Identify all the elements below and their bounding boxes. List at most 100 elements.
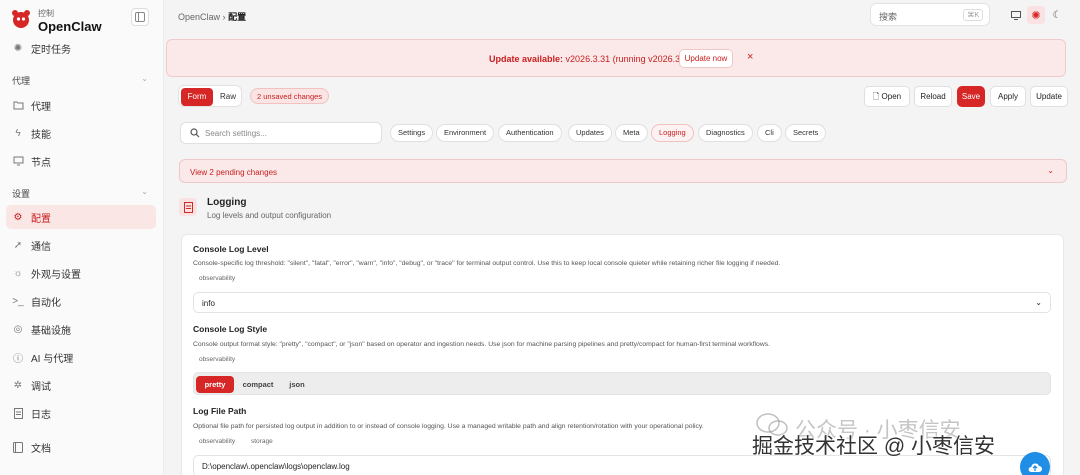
breadcrumb-root[interactable]: OpenClaw — [178, 12, 220, 22]
chip-authentication[interactable]: Authentication — [498, 124, 562, 142]
monitor-icon — [1011, 10, 1021, 20]
chip-secrets[interactable]: Secrets — [785, 124, 827, 142]
theme-system-button[interactable] — [1007, 6, 1025, 24]
topbar: OpenClaw › 配置 搜索 ⌘K ✺ ☾ — [164, 0, 1080, 32]
theme-dark-button[interactable]: ☾ — [1048, 6, 1066, 24]
sidebar-item-logs[interactable]: 日志 — [6, 401, 156, 425]
breadcrumb: OpenClaw › 配置 — [178, 10, 246, 23]
console-style-segmented: pretty compact json — [193, 372, 1051, 395]
pending-label: View 2 pending changes — [190, 168, 278, 177]
update-banner: Update available: v2026.3.31 (running v2… — [166, 39, 1066, 77]
field-description: Console output format style: "pretty", "… — [193, 341, 771, 348]
search-icon — [190, 128, 200, 140]
sidebar-item-debug[interactable]: ✲ 调试 — [6, 373, 156, 397]
chip-diagnostics[interactable]: Diagnostics — [698, 124, 753, 142]
openclaw-logo-icon — [12, 10, 30, 28]
style-compact-option[interactable]: compact — [238, 376, 278, 393]
book-icon — [12, 441, 24, 453]
mode-form-button[interactable]: Form — [181, 88, 213, 106]
reload-button[interactable]: Reload — [914, 86, 952, 107]
breadcrumb-current: 配置 — [228, 12, 247, 22]
update-message: Update available: v2026.3.31 (running v2… — [489, 54, 698, 64]
sidebar-item-appearance[interactable]: ☼ 外观与设置 — [6, 261, 156, 285]
section-title: Logging — [207, 197, 247, 208]
sidebar-item-label: 外观与设置 — [31, 269, 81, 281]
sidebar-item-label: AI 与代理 — [31, 353, 74, 365]
chevron-down-icon: ⌄ — [141, 74, 148, 83]
mode-toggle: Form Raw — [178, 85, 242, 107]
sidebar-item-label: 配置 — [31, 213, 51, 225]
chip-logging[interactable]: Logging — [651, 124, 694, 142]
style-json-option[interactable]: json — [284, 376, 310, 393]
breadcrumb-separator: › — [222, 12, 226, 22]
apply-button[interactable]: Apply — [990, 86, 1026, 107]
section-header: Logging Log levels and output configurat… — [179, 190, 1067, 230]
update-button[interactable]: Update — [1030, 86, 1068, 107]
sidebar-item-nodes[interactable]: 节点 — [6, 149, 156, 173]
save-button[interactable]: Save — [957, 86, 985, 107]
sidebar-group-settings[interactable]: 设置 ⌄ — [12, 187, 152, 200]
field-tag: storage — [251, 438, 273, 445]
pending-changes-toggle[interactable]: View 2 pending changes ⌄ — [179, 159, 1067, 183]
sidebar-item-communication[interactable]: ➚ 通信 — [6, 233, 156, 257]
sidebar-item-label: 定时任务 — [31, 44, 71, 56]
app-root: 控制 OpenClaw ✺ 定时任务 代理 ⌄ 代理 ϟ 技能 节点 设置 ⌄ … — [0, 0, 1080, 475]
chevron-down-icon: ⌄ — [1047, 166, 1054, 175]
update-now-button[interactable]: Update now — [679, 49, 733, 68]
collapse-sidebar-button[interactable] — [131, 8, 149, 26]
sidebar-item-skills[interactable]: ϟ 技能 — [6, 121, 156, 145]
settings-search-input[interactable]: Search settings... — [180, 122, 382, 144]
cloud-upload-button[interactable] — [1020, 452, 1050, 475]
shortcut-badge: ⌘K — [963, 9, 983, 21]
sidebar-item-label: 代理 — [31, 101, 51, 113]
group-label: 设置 — [12, 189, 31, 199]
sidebar-item-label: 日志 — [31, 409, 51, 421]
file-icon: 🗋 — [872, 92, 880, 101]
chip-cli[interactable]: Cli — [757, 124, 782, 142]
sidebar-item-label: 基础设施 — [31, 325, 71, 337]
sidebar-item-automation[interactable]: >_ 自动化 — [6, 289, 156, 313]
folder-icon — [12, 99, 24, 111]
chip-environment[interactable]: Environment — [436, 124, 495, 142]
input-value: D:\openclaw\.openclaw\logs\openclaw.log — [202, 462, 350, 471]
sidebar-item-infrastructure[interactable]: ◎ 基础设施 — [6, 317, 156, 341]
select-value: info — [202, 299, 215, 308]
mode-raw-button[interactable]: Raw — [215, 88, 241, 106]
loader-icon: ✺ — [13, 42, 23, 54]
field-title: Log File Path — [193, 406, 247, 416]
sidebar: 控制 OpenClaw ✺ 定时任务 代理 ⌄ 代理 ϟ 技能 节点 设置 ⌄ … — [0, 0, 164, 475]
bug-icon: ✲ — [13, 379, 23, 391]
sidebar-item-config[interactable]: ⚙ 配置 — [6, 205, 156, 229]
sidebar-item-label: 节点 — [31, 157, 51, 169]
chip-settings[interactable]: Settings — [390, 124, 434, 142]
sidebar-item-agents[interactable]: 代理 — [6, 93, 156, 117]
lightning-icon: ϟ — [15, 127, 21, 139]
info-icon: ⓘ — [13, 353, 23, 365]
globe-icon: ◎ — [13, 323, 23, 335]
chip-updates[interactable]: Updates — [568, 124, 612, 142]
close-icon[interactable]: × — [747, 51, 753, 63]
section-subtitle: Log levels and output configuration — [207, 211, 332, 220]
style-pretty-option[interactable]: pretty — [196, 376, 234, 393]
console-level-select[interactable]: info ⌄ — [193, 292, 1051, 313]
monitor-icon — [12, 155, 24, 167]
sun-icon: ☼ — [13, 267, 23, 279]
field-description: Console-specific log threshold: "silent"… — [193, 260, 781, 267]
sidebar-item-docs[interactable]: 文档 — [6, 435, 156, 459]
brand-subtitle: 控制 — [38, 9, 54, 18]
chevron-down-icon: ⌄ — [141, 187, 148, 196]
open-button[interactable]: 🗋 Open — [864, 86, 910, 107]
sidebar-group-agents[interactable]: 代理 ⌄ — [12, 74, 152, 87]
chevron-down-icon: ⌄ — [1035, 298, 1042, 307]
search-placeholder: Search settings... — [205, 129, 267, 138]
open-label: Open — [881, 92, 902, 101]
file-text-icon — [179, 198, 197, 216]
sidebar-item-label: 调试 — [31, 381, 51, 393]
brand-name: OpenClaw — [38, 19, 102, 34]
global-search-input[interactable]: 搜索 ⌘K — [870, 3, 990, 26]
gear-icon: ⚙ — [13, 211, 23, 223]
chip-meta[interactable]: Meta — [615, 124, 648, 142]
theme-light-button[interactable]: ✺ — [1027, 6, 1045, 24]
sidebar-item-ai-agents[interactable]: ⓘ AI 与代理 — [6, 345, 156, 369]
sidebar-item-cron[interactable]: ✺ 定时任务 — [6, 36, 156, 60]
